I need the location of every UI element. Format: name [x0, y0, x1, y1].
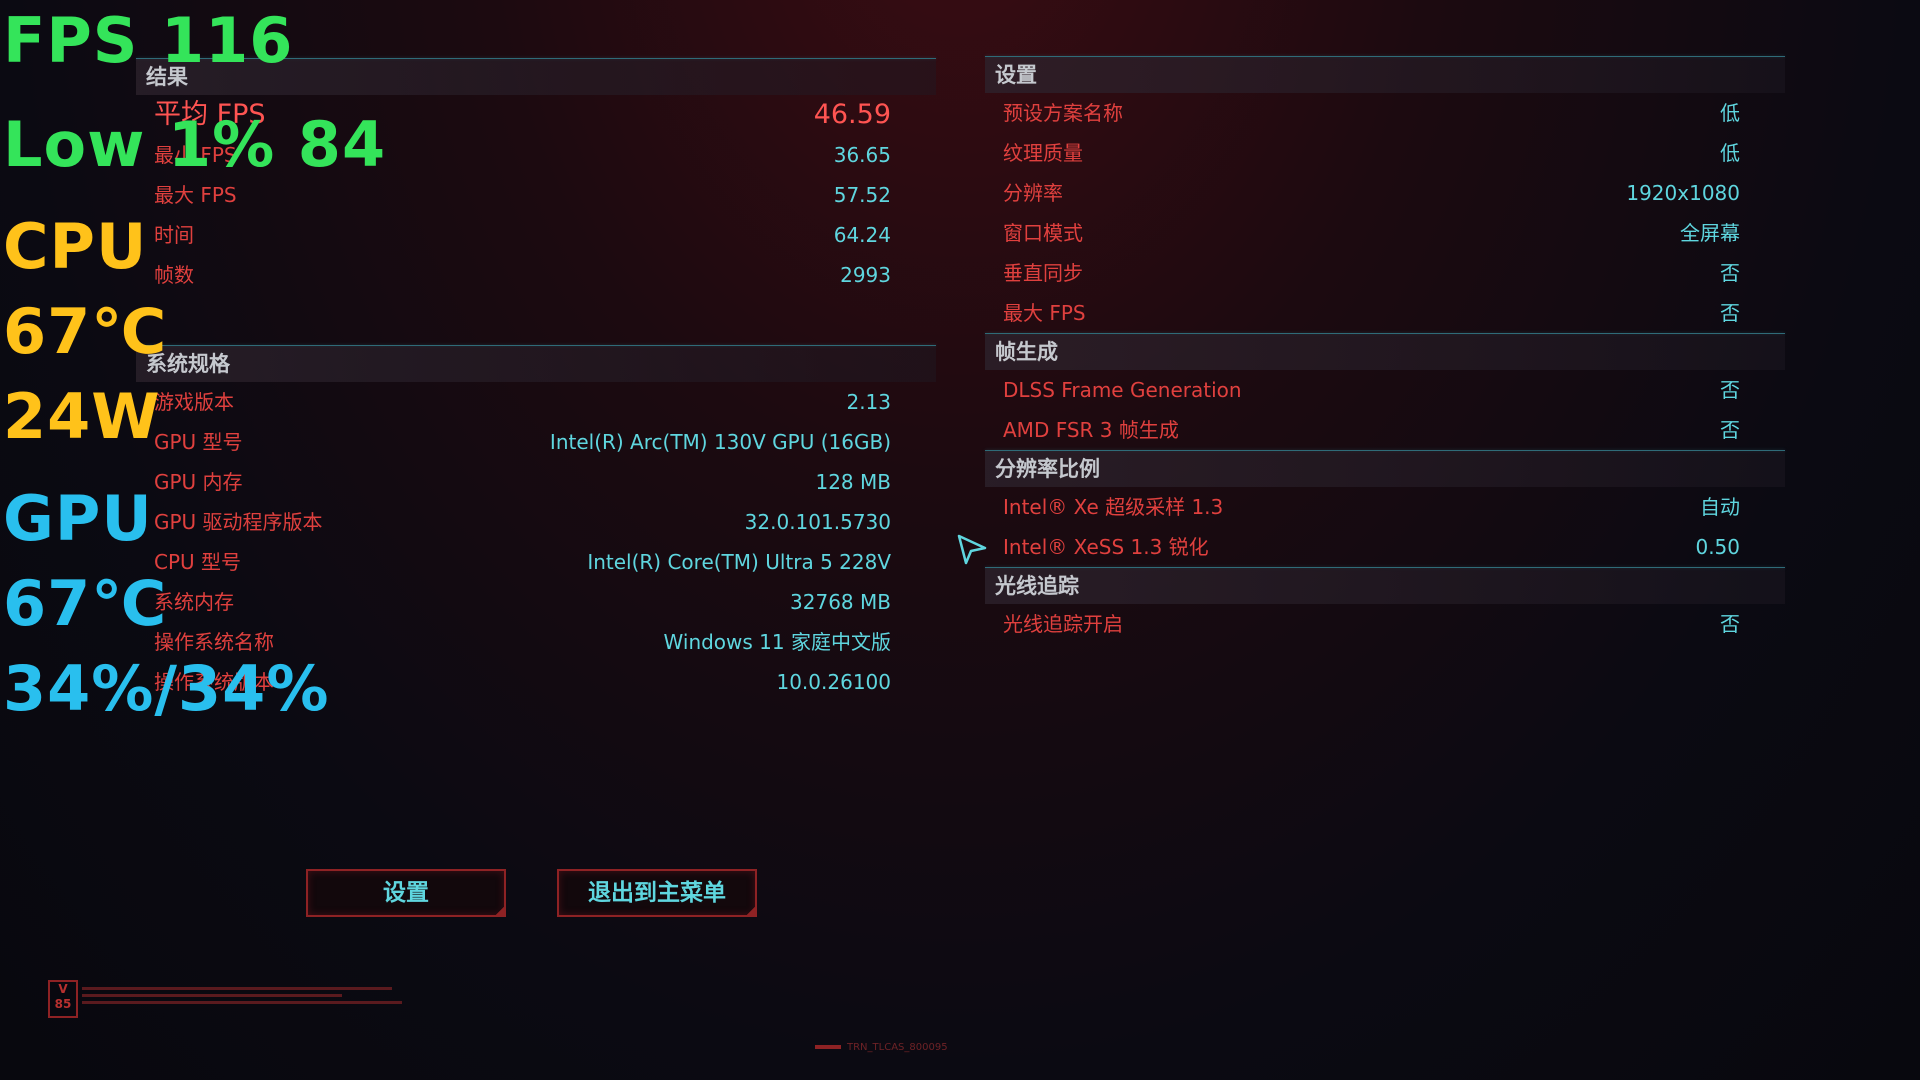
settings-header: 设置 — [985, 57, 1785, 93]
setting-value: 全屏幕 — [1680, 221, 1740, 245]
setting-value: 自动 — [1700, 495, 1740, 519]
setting-value: 低 — [1720, 141, 1740, 165]
setting-label: 纹理质量 — [1003, 141, 1083, 165]
setting-label: Intel® Xe 超级采样 1.3 — [1003, 495, 1224, 519]
setting-value: 否 — [1720, 612, 1740, 636]
overlay-fps: FPS 116 — [3, 4, 294, 77]
result-value: 57.52 — [833, 183, 891, 207]
result-label: 帧数 — [154, 263, 194, 287]
result-value: 2993 — [840, 263, 891, 287]
result-row-max-fps: 最大 FPS 57.52 — [136, 175, 936, 215]
overlay-gpu-temp: 67℃ — [3, 567, 168, 640]
spec-label: 游戏版本 — [154, 390, 234, 414]
spec-row-gpu-model: GPU 型号 Intel(R) Arc(TM) 130V GPU (16GB) — [136, 422, 936, 462]
pointer-cursor-icon — [957, 534, 987, 565]
result-value: 36.65 — [833, 143, 891, 167]
settings-button[interactable]: 设置 — [306, 869, 506, 917]
raytracing-header: 光线追踪 — [985, 568, 1785, 604]
build-tag: TRN_TLCAS_800095 — [815, 1042, 948, 1053]
setting-label: 分辨率 — [1003, 181, 1063, 205]
setting-row-resolution: 分辨率 1920x1080 — [985, 173, 1785, 213]
setting-value: 0.50 — [1695, 535, 1740, 559]
setting-label: 垂直同步 — [1003, 261, 1083, 285]
spec-label: GPU 驱动程序版本 — [154, 510, 323, 534]
spec-row-gpu-driver: GPU 驱动程序版本 32.0.101.5730 — [136, 502, 936, 542]
spec-row-gpu-memory: GPU 内存 128 MB — [136, 462, 936, 502]
spec-value: Windows 11 家庭中文版 — [663, 630, 891, 654]
result-label: 时间 — [154, 223, 194, 247]
spec-row-game-version: 游戏版本 2.13 — [136, 382, 936, 422]
setting-label: 最大 FPS — [1003, 301, 1086, 325]
setting-label: DLSS Frame Generation — [1003, 378, 1242, 402]
scaling-row-sharpen: Intel® XeSS 1.3 锐化 0.50 — [985, 527, 1785, 567]
framegen-row-dlss: DLSS Frame Generation 否 — [985, 370, 1785, 410]
overlay-cpu-power: 24W — [3, 380, 161, 453]
v85-logo-icon: V 85 — [48, 980, 78, 1018]
spec-row-cpu-model: CPU 型号 Intel(R) Core(TM) Ultra 5 228V — [136, 542, 936, 582]
result-value: 64.24 — [833, 223, 891, 247]
scaling-row-xess: Intel® Xe 超级采样 1.3 自动 — [985, 487, 1785, 527]
setting-value: 否 — [1720, 418, 1740, 442]
setting-label: 窗口模式 — [1003, 221, 1083, 245]
setting-row-preset: 预设方案名称 低 — [985, 93, 1785, 133]
specs-header: 系统规格 — [136, 346, 936, 382]
spec-value: 10.0.26100 — [776, 670, 891, 694]
result-row-time: 时间 64.24 — [136, 215, 936, 255]
overlay-low-1pct: Low 1% 84 — [3, 108, 387, 181]
spec-value: Intel(R) Core(TM) Ultra 5 228V — [587, 550, 891, 574]
spec-value: 2.13 — [846, 390, 891, 414]
framegen-row-fsr: AMD FSR 3 帧生成 否 — [985, 410, 1785, 450]
setting-row-max-fps: 最大 FPS 否 — [985, 293, 1785, 333]
arrow-icon — [815, 1045, 841, 1049]
build-tag-text: TRN_TLCAS_800095 — [847, 1042, 948, 1053]
setting-row-window-mode: 窗口模式 全屏幕 — [985, 213, 1785, 253]
spec-row-system-memory: 系统内存 32768 MB — [136, 582, 936, 622]
framegen-header: 帧生成 — [985, 334, 1785, 370]
result-label: 最大 FPS — [154, 183, 237, 207]
exit-to-main-menu-button[interactable]: 退出到主菜单 — [557, 869, 757, 917]
result-row-frames: 帧数 2993 — [136, 255, 936, 295]
setting-value: 否 — [1720, 378, 1740, 402]
spec-value: Intel(R) Arc(TM) 130V GPU (16GB) — [549, 430, 891, 454]
settings-panel: 设置 预设方案名称 低 纹理质量 低 分辨率 1920x1080 窗口模式 全屏… — [985, 56, 1785, 644]
legal-fine-print — [82, 987, 402, 1004]
setting-value: 否 — [1720, 261, 1740, 285]
spec-label: GPU 型号 — [154, 430, 243, 454]
raytracing-row-enabled: 光线追踪开启 否 — [985, 604, 1785, 644]
setting-value: 否 — [1720, 301, 1740, 325]
overlay-cpu-temp: 67℃ — [3, 295, 168, 368]
spec-label: GPU 内存 — [154, 470, 243, 494]
setting-label: AMD FSR 3 帧生成 — [1003, 418, 1179, 442]
overlay-gpu-usage: 34%/34% — [3, 652, 330, 725]
setting-label: 光线追踪开启 — [1003, 612, 1123, 636]
spec-value: 128 MB — [815, 470, 891, 494]
setting-row-texture: 纹理质量 低 — [985, 133, 1785, 173]
setting-label: Intel® XeSS 1.3 锐化 — [1003, 535, 1209, 559]
setting-value: 低 — [1720, 101, 1740, 125]
spec-value: 32768 MB — [790, 590, 891, 614]
setting-value: 1920x1080 — [1626, 181, 1740, 205]
scaling-header: 分辨率比例 — [985, 451, 1785, 487]
setting-row-vsync: 垂直同步 否 — [985, 253, 1785, 293]
overlay-cpu-label: CPU — [3, 210, 148, 283]
spec-value: 32.0.101.5730 — [744, 510, 891, 534]
overlay-gpu-label: GPU — [3, 482, 153, 555]
result-value: 46.59 — [813, 99, 891, 130]
setting-label: 预设方案名称 — [1003, 101, 1123, 125]
